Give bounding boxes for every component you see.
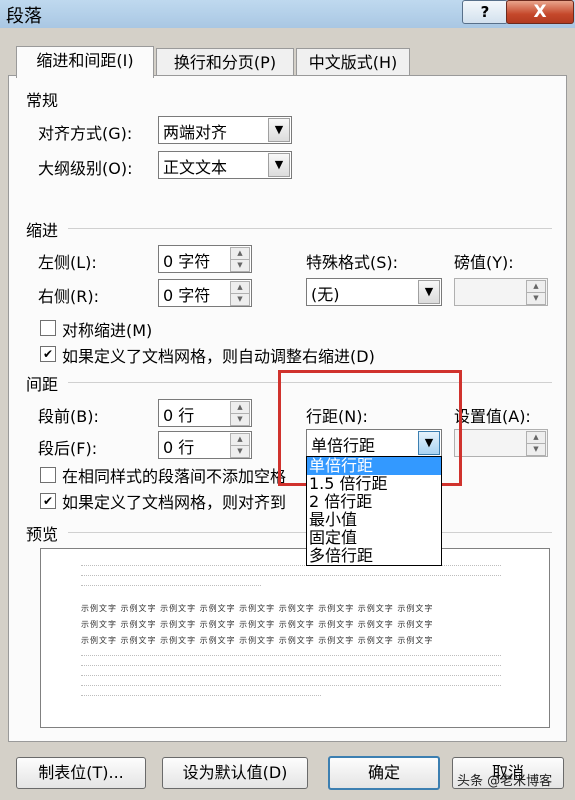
spin-down-icon[interactable]: ▼ [526,443,546,456]
help-button[interactable]: ? [462,0,508,24]
window-title: 段落 [6,6,42,27]
preview-sample-text: 示例文字 示例文字 示例文字 示例文字 示例文字 示例文字 示例文字 示例文字 … [81,636,434,645]
preview-next-line [81,655,501,661]
outline-level-label: 大纲级别(O): [38,159,133,178]
auto-adjust-checkbox[interactable]: ✔ [40,346,56,362]
dropdown-arrow-icon[interactable]: ▼ [418,280,440,304]
space-before-label: 段前(B): [38,407,99,426]
watermark: 头条 @老米博客 [457,774,553,789]
alignment-label: 对齐方式(G): [38,124,133,143]
spin-down-icon[interactable]: ▼ [230,413,250,426]
line-spacing-dropdown[interactable]: 单倍行距 1.5 倍行距 2 倍行距 最小值 固定值 多倍行距 [306,456,442,566]
preview-next-line [81,665,501,671]
snap-grid-label: 如果定义了文档网格，则对齐到 [62,493,287,512]
ok-button[interactable]: 确定 [328,756,440,790]
preview-sample-text: 示例文字 示例文字 示例文字 示例文字 示例文字 示例文字 示例文字 示例文字 … [81,620,434,629]
left-indent-value: 0 字符 [163,252,211,271]
special-format-value: (无) [311,285,340,304]
spin-down-icon[interactable]: ▼ [230,293,250,306]
left-indent-label: 左侧(L): [38,253,97,272]
space-after-label: 段后(F): [38,439,98,458]
preview-prev-line [81,575,501,581]
mirror-indent-checkbox[interactable] [40,320,56,336]
outline-level-select[interactable]: 正文文本 ▼ [158,151,292,179]
set-value-label: 设置值(A): [454,407,531,426]
tab-indent-spacing[interactable]: 缩进和间距(I) [16,46,154,78]
alignment-select[interactable]: 两端对齐 ▼ [158,116,292,144]
set-default-button[interactable]: 设为默认值(D) [162,757,308,789]
right-indent-stepper[interactable]: 0 字符 ▲ ▼ [158,279,252,307]
left-indent-stepper[interactable]: 0 字符 ▲ ▼ [158,245,252,273]
space-before-stepper[interactable]: 0 行 ▲ ▼ [158,399,252,427]
dropdown-option[interactable]: 1.5 倍行距 [307,475,441,493]
preview-box: 示例文字 示例文字 示例文字 示例文字 示例文字 示例文字 示例文字 示例文字 … [40,548,550,728]
tab-line-page-breaks[interactable]: 换行和分页(P) [156,48,294,77]
preview-next-line [81,695,321,701]
general-section-title: 常规 [26,91,59,110]
special-format-label: 特殊格式(S): [306,253,399,272]
special-format-select[interactable]: (无) ▼ [306,278,442,306]
measure-stepper[interactable]: ▲ ▼ [454,278,548,306]
auto-adjust-label: 如果定义了文档网格，则自动调整右缩进(D) [62,347,375,366]
dropdown-option[interactable]: 多倍行距 [307,547,441,565]
outline-level-value: 正文文本 [163,158,228,177]
no-space-label: 在相同样式的段落间不添加空格 [62,467,287,486]
dropdown-arrow-icon[interactable]: ▼ [268,118,290,142]
dropdown-option[interactable]: 固定值 [307,529,441,547]
preview-sample-text: 示例文字 示例文字 示例文字 示例文字 示例文字 示例文字 示例文字 示例文字 … [81,604,434,613]
spin-down-icon[interactable]: ▼ [230,259,250,272]
close-button[interactable]: X [506,0,574,24]
section-divider [68,228,552,229]
preview-next-line [81,685,501,691]
mirror-indent-label: 对称缩进(M) [62,321,153,340]
tabs-button[interactable]: 制表位(T)... [16,757,146,789]
spin-down-icon[interactable]: ▼ [526,292,546,305]
indent-section-title: 缩进 [26,221,59,240]
dropdown-arrow-icon[interactable]: ▼ [268,153,290,177]
dropdown-option[interactable]: 2 倍行距 [307,493,441,511]
preview-next-line [81,675,501,681]
preview-section-title: 预览 [26,525,59,544]
space-after-stepper[interactable]: 0 行 ▲ ▼ [158,431,252,459]
dropdown-option[interactable]: 单倍行距 [307,457,441,475]
dropdown-option[interactable]: 最小值 [307,511,441,529]
space-after-value: 0 行 [163,438,195,457]
spacing-section-title: 间距 [26,375,59,394]
right-indent-label: 右侧(R): [38,287,99,306]
set-value-stepper[interactable]: ▲ ▼ [454,429,548,457]
alignment-value: 两端对齐 [163,123,228,142]
preview-prev-line [81,585,261,591]
spin-down-icon[interactable]: ▼ [230,445,250,458]
no-space-checkbox[interactable] [40,467,56,483]
snap-grid-checkbox[interactable]: ✔ [40,493,56,509]
right-indent-value: 0 字符 [163,286,211,305]
measure-label: 磅值(Y): [454,253,514,272]
tab-asian-typography[interactable]: 中文版式(H) [296,48,410,77]
space-before-value: 0 行 [163,406,195,425]
